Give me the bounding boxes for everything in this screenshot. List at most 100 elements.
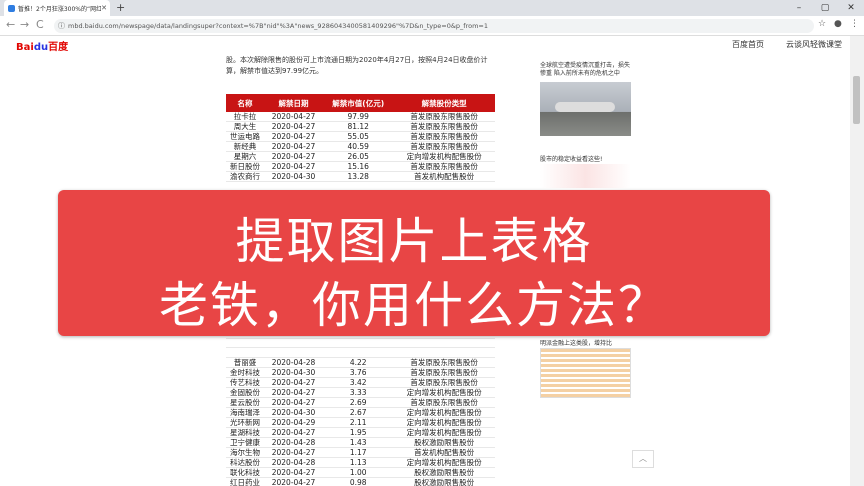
back-button[interactable]: ← <box>6 18 15 31</box>
baidu-home-link[interactable]: 百度首页 <box>732 39 764 50</box>
table-row: 渝农商行 2020-04-30 13.28 首发机构配售股份 <box>226 171 495 183</box>
table-row: 星期六 2020-04-27 26.05 定向增发机构配售股份 <box>226 151 495 163</box>
table-row: 世运电路 2020-04-27 55.05 首发原股东限售股份 <box>226 131 495 143</box>
table-cell: 定向增发机构配售股份 <box>393 427 495 439</box>
table-cell <box>226 338 264 349</box>
table-cell: 2020-04-27 <box>264 427 324 439</box>
news-photo[interactable] <box>540 82 631 136</box>
table-row: 拉卡拉 2020-04-27 97.99 首发原股东限售股份 <box>226 112 495 123</box>
table-header-cell: 解禁股份类型 <box>393 94 495 112</box>
table-row: 传艺科技 2020-04-27 3.42 首发原股东限售股份 <box>226 377 495 389</box>
table-cell: 定向增发机构配售股份 <box>393 407 495 419</box>
table-cell: 1.43 <box>323 437 394 449</box>
table-cell: 2.11 <box>323 417 394 429</box>
table-cell: 定向增发机构配售股份 <box>393 417 495 429</box>
table-cell: 光环新网 <box>226 417 264 429</box>
table-cell <box>226 347 264 359</box>
table-header-cell: 解禁日期 <box>264 94 324 112</box>
table-row: 光环新网 2020-04-29 2.11 定向增发机构配售股份 <box>226 417 495 429</box>
table-cell: 2020-04-30 <box>264 407 324 419</box>
table-cell: 海尔生物 <box>226 447 264 459</box>
table-cell: 星期六 <box>226 151 264 163</box>
article-intro: 股。本次解除限售的股份可上市流通日期为2020年4月27日，按照4月24日收盘价… <box>226 55 496 77</box>
table-cell: 海南瑞泽 <box>226 407 264 419</box>
sidebar-news-3[interactable]: 明派金融上这类股，增持比 <box>540 338 612 347</box>
reload-button[interactable]: C <box>36 18 44 31</box>
table-cell: 首发原股东限售股份 <box>393 377 495 389</box>
table-cell: 红日药业 <box>226 477 264 486</box>
table-cell: 2020-04-28 <box>264 357 324 369</box>
forward-button[interactable]: → <box>20 18 29 31</box>
intro-line-2: 算，解禁市值达到97.99亿元。 <box>226 67 324 75</box>
maximize-button[interactable]: ▢ <box>812 0 838 16</box>
table-cell: 2020-04-27 <box>264 131 324 143</box>
table-row: 金固股份 2020-04-27 3.33 定向增发机构配售股份 <box>226 387 495 399</box>
table-cell <box>393 347 495 359</box>
table-cell <box>393 338 495 349</box>
table-cell: 2020-04-27 <box>264 387 324 399</box>
table-cell: 1.17 <box>323 447 394 459</box>
table-cell: 定向增发机构配售股份 <box>393 387 495 399</box>
table-row: 科达股份 2020-04-28 1.13 定向增发机构配售股份 <box>226 457 495 469</box>
overlay-banner: 提取图片上表格 老铁，你用什么方法？ <box>58 190 770 336</box>
minimize-button[interactable]: – <box>786 0 812 16</box>
url-field[interactable]: ⓘ mbd.baidu.com/newspage/data/landingsup… <box>54 19 814 33</box>
table-cell: 金时科技 <box>226 367 264 379</box>
table-cell: 普丽盛 <box>226 357 264 369</box>
menu-icon[interactable]: ⋮ <box>850 19 859 29</box>
address-bar-row: ← → C ⓘ mbd.baidu.com/newspage/data/land… <box>0 16 864 36</box>
info-icon[interactable]: ⓘ <box>58 19 65 33</box>
table-cell: 拉卡拉 <box>226 112 264 123</box>
table-cell: 传艺科技 <box>226 377 264 389</box>
table-cell: 首发机构配售股份 <box>393 171 495 183</box>
new-tab-button[interactable]: + <box>116 1 125 14</box>
table-cell: 2020-04-30 <box>264 171 324 183</box>
stock-chart-image[interactable] <box>540 164 631 188</box>
tab-strip: 暂推！2个月狂涨300%的“网红… ✕ + – ▢ ✕ <box>0 0 864 16</box>
browser-tab[interactable]: 暂推！2个月狂涨300%的“网红… ✕ <box>4 0 110 16</box>
table-cell: 金固股份 <box>226 387 264 399</box>
table-cell: 26.05 <box>323 151 394 163</box>
table-cell <box>323 338 394 349</box>
table-row <box>226 347 495 359</box>
table-cell: 3.42 <box>323 377 394 389</box>
sidebar-news-2[interactable]: 股市的稳定收益看这些! <box>540 154 602 163</box>
table-cell: 渝农商行 <box>226 171 264 183</box>
table-thumbnail[interactable] <box>540 348 631 398</box>
account-icon[interactable]: ● <box>834 19 842 29</box>
favicon-icon <box>8 4 15 12</box>
scrollbar-thumb[interactable] <box>853 76 860 124</box>
close-window-button[interactable]: ✕ <box>838 0 864 16</box>
table-cell: 2.67 <box>323 407 394 419</box>
table-cell: 15.16 <box>323 161 394 173</box>
table-cell: 2020-04-28 <box>264 437 324 449</box>
table-row: 卫宁健康 2020-04-28 1.43 股权激励限售股份 <box>226 437 495 449</box>
back-to-top-button[interactable]: ︿ <box>632 450 654 468</box>
table-cell: 首发原股东限售股份 <box>393 161 495 173</box>
table-cell: 2020-04-27 <box>264 141 324 153</box>
table-cell: 2020-04-27 <box>264 397 324 409</box>
close-tab-icon[interactable]: ✕ <box>101 4 107 12</box>
table-cell: 首发机构配售股份 <box>393 447 495 459</box>
table-cell: 40.59 <box>323 141 394 153</box>
table-cell: 97.99 <box>323 112 394 123</box>
plane-image <box>555 102 615 112</box>
table-cell: 卫宁健康 <box>226 437 264 449</box>
table-header-cell: 解禁市值(亿元) <box>323 94 394 112</box>
table-cell: 首发原股东限售股份 <box>393 112 495 123</box>
table-cell: 科达股份 <box>226 457 264 469</box>
table-row: 普丽盛 2020-04-28 4.22 首发原股东限售股份 <box>226 357 495 369</box>
table-cell: 1.00 <box>323 467 394 479</box>
table-cell: 2020-04-27 <box>264 151 324 163</box>
table-row: 联化科技 2020-04-27 1.00 股权激励限售股份 <box>226 467 495 479</box>
table-cell: 2020-04-27 <box>264 477 324 486</box>
table-header-cell: 名称 <box>226 94 264 112</box>
course-link[interactable]: 云谈风轻微课堂 <box>786 39 842 50</box>
table-cell: 定向增发机构配售股份 <box>393 457 495 469</box>
table-cell: 联化科技 <box>226 467 264 479</box>
table-cell: 3.76 <box>323 367 394 379</box>
baidu-logo[interactable]: Baidu百度 <box>16 38 68 53</box>
table-cell: 星湖科技 <box>226 427 264 439</box>
sidebar-news-1[interactable]: 全球航空遭受疫情沉重打击，损失惨重 陷入前所未有的危机之中 <box>540 62 632 78</box>
bookmark-star-icon[interactable]: ☆ <box>818 19 826 29</box>
